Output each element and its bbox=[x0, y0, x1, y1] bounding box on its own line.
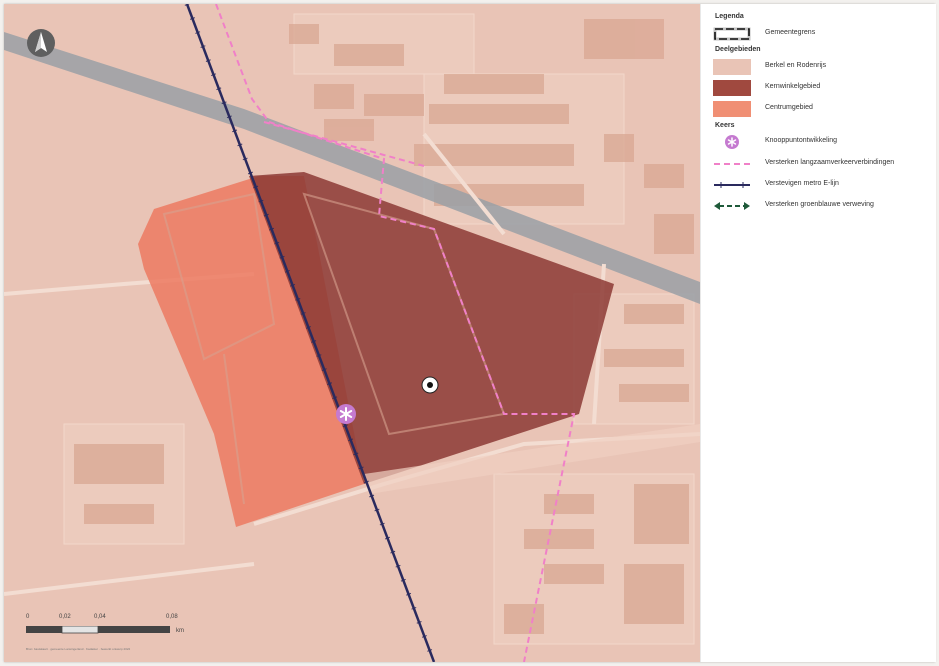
legend-label-langzaamverkeer: Versterken langzaamverkeerverbindingen bbox=[765, 159, 895, 166]
map-frame: 0 0,02 0,04 0,08 km Bron: basiskaart · g… bbox=[4, 4, 936, 662]
legend-row-metro: Verstevigen metro E-lijn bbox=[713, 177, 928, 193]
kernwinkel-swatch-icon bbox=[713, 80, 751, 96]
legend-label-centrum: Centrumgebied bbox=[765, 104, 813, 111]
legend-label-metro: Verstevigen metro E-lijn bbox=[765, 180, 839, 187]
gemeentegrens-icon bbox=[713, 27, 751, 41]
legend-section-keers: Keers bbox=[715, 122, 735, 129]
legend-label-kernwinkel: Kernwinkelgebied bbox=[765, 83, 821, 90]
scale-unit: km bbox=[176, 628, 184, 634]
location-marker-icon bbox=[421, 376, 439, 394]
map-credit: Bron: basiskaart · gemeente Lansingerlan… bbox=[26, 647, 131, 651]
legend-row-kernwinkel: Kernwinkelgebied bbox=[713, 80, 928, 96]
pink-dashed-line-icon bbox=[714, 163, 750, 165]
legend-row-groenblauw: Versterken groenblauwe verweving bbox=[713, 198, 928, 214]
berkel-swatch-icon bbox=[713, 59, 751, 75]
legend-row-knooppunt: Knooppuntontwikkeling bbox=[713, 134, 928, 150]
legend-row-berkel: Berkel en Rodenrijs bbox=[713, 59, 928, 75]
legend-label-berkel: Berkel en Rodenrijs bbox=[765, 62, 827, 69]
scale-tick-0: 0 bbox=[26, 614, 30, 620]
legend-title: Legenda bbox=[715, 13, 744, 20]
metro-line-icon bbox=[714, 182, 750, 188]
legend-panel: Legenda Gemeentegrens Deelgebieden Berke… bbox=[700, 4, 936, 662]
scale-tick-1: 0,02 bbox=[59, 614, 71, 620]
scale-bar-graphic bbox=[26, 626, 170, 634]
legend-row-gemeentegrens: Gemeentegrens bbox=[713, 26, 928, 42]
scale-tick-2: 0,04 bbox=[94, 614, 106, 620]
knooppunt-legend-icon bbox=[725, 135, 739, 149]
legend-label-groenblauw: Versterken groenblauwe verweving bbox=[765, 201, 874, 208]
scale-tick-3: 0,08 bbox=[166, 614, 178, 620]
knooppunt-icon bbox=[336, 404, 356, 424]
legend-section-deelgebieden: Deelgebieden bbox=[715, 46, 761, 53]
legend-row-centrum: Centrumgebied bbox=[713, 101, 928, 117]
legend-label-gemeentegrens: Gemeentegrens bbox=[765, 29, 816, 36]
north-arrow-icon bbox=[26, 28, 56, 58]
map-canvas[interactable]: 0 0,02 0,04 0,08 km Bron: basiskaart · g… bbox=[4, 4, 700, 662]
green-dashed-arrow-icon bbox=[714, 202, 750, 210]
legend-label-knooppunt: Knooppuntontwikkeling bbox=[765, 137, 837, 144]
centrum-swatch-icon bbox=[713, 101, 751, 117]
legend-row-langzaamverkeer: Versterken langzaamverkeerverbindingen bbox=[713, 156, 928, 172]
scale-bar: 0 0,02 0,04 0,08 km Bron: basiskaart · g… bbox=[26, 614, 206, 654]
